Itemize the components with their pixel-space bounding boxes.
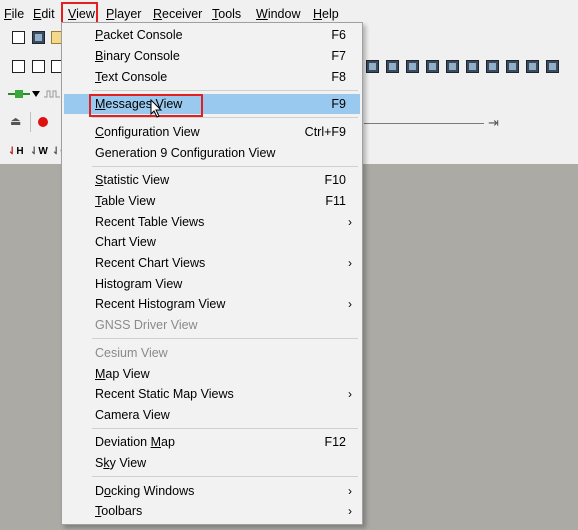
menu-item-packet-console[interactable]: Packet Console F6 xyxy=(64,25,360,45)
menu-item-recent-static-map-views[interactable]: Recent Static Map Views › xyxy=(64,384,360,404)
menu-item-text-console[interactable]: Text Console F8 xyxy=(64,67,360,87)
shortcut-label: F7 xyxy=(331,49,346,63)
submenu-arrow-icon: › xyxy=(348,504,352,518)
menu-item-sky-view[interactable]: Sky View xyxy=(64,453,360,473)
submenu-arrow-icon: › xyxy=(348,484,352,498)
menu-item-configuration-view[interactable]: Configuration View Ctrl+F9 xyxy=(64,122,360,142)
menu-window[interactable]: Window xyxy=(256,6,300,22)
menu-item-recent-chart-views[interactable]: Recent Chart Views › xyxy=(64,253,360,273)
menu-item-table-view[interactable]: Table View F11 xyxy=(64,191,360,211)
submenu-arrow-icon: › xyxy=(348,215,352,229)
menu-separator xyxy=(92,90,358,91)
menu-item-chart-view[interactable]: Chart View xyxy=(64,232,360,252)
shortcut-label: F8 xyxy=(331,70,346,84)
menu-tools[interactable]: Tools xyxy=(212,6,241,22)
menu-separator xyxy=(92,117,358,118)
view-icon[interactable] xyxy=(526,60,539,73)
save-icon[interactable] xyxy=(32,31,45,44)
menu-player[interactable]: Player xyxy=(106,6,141,22)
submenu-arrow-icon: › xyxy=(348,387,352,401)
new-file-icon[interactable] xyxy=(12,31,25,44)
menu-item-recent-histogram-view[interactable]: Recent Histogram View › xyxy=(64,294,360,314)
shortcut-label: Ctrl+F9 xyxy=(304,125,346,139)
mouse-cursor-icon xyxy=(150,99,163,118)
view-icon[interactable] xyxy=(366,60,379,73)
menu-item-deviation-map[interactable]: Deviation Map F12 xyxy=(64,432,360,452)
view-icon[interactable] xyxy=(386,60,399,73)
document-icon[interactable] xyxy=(32,60,45,73)
width-icon[interactable]: ⇃W xyxy=(30,146,48,160)
shortcut-label: F12 xyxy=(324,435,346,449)
menu-item-map-view[interactable]: Map View xyxy=(64,364,360,384)
menu-item-gen9-configuration-view[interactable]: Generation 9 Configuration View xyxy=(64,143,360,163)
menu-item-camera-view[interactable]: Camera View xyxy=(64,405,360,425)
skip-to-end-icon[interactable]: ⇥ xyxy=(488,115,499,131)
signal-icon xyxy=(44,90,60,98)
menu-edit[interactable]: Edit xyxy=(33,6,55,22)
view-icon[interactable] xyxy=(406,60,419,73)
menu-separator xyxy=(92,476,358,477)
shortcut-label: F9 xyxy=(331,97,346,111)
view-icon[interactable] xyxy=(446,60,459,73)
menu-item-statistic-view[interactable]: Statistic View F10 xyxy=(64,170,360,190)
menu-item-histogram-view[interactable]: Histogram View xyxy=(64,274,360,294)
view-icon[interactable] xyxy=(486,60,499,73)
menu-item-docking-windows[interactable]: Docking Windows › xyxy=(64,481,360,501)
shortcut-label: F6 xyxy=(331,28,346,42)
view-icon[interactable] xyxy=(466,60,479,73)
playback-slider-track[interactable] xyxy=(364,123,484,124)
menu-separator xyxy=(92,428,358,429)
menu-file[interactable]: File xyxy=(4,6,24,22)
shortcut-label: F10 xyxy=(324,173,346,187)
submenu-arrow-icon: › xyxy=(348,297,352,311)
menu-separator xyxy=(92,338,358,339)
menu-help[interactable]: Help xyxy=(313,6,339,22)
view-icon[interactable] xyxy=(426,60,439,73)
submenu-arrow-icon: › xyxy=(348,256,352,270)
menu-item-toolbars[interactable]: Toolbars › xyxy=(64,501,360,521)
messages-view-annotation-box xyxy=(89,94,203,117)
menu-item-cesium-view: Cesium View xyxy=(95,346,168,360)
document-icon[interactable] xyxy=(12,60,25,73)
menu-item-binary-console[interactable]: Binary Console F7 xyxy=(64,46,360,66)
heading-icon[interactable]: ⇃H xyxy=(8,146,24,160)
eject-icon[interactable]: ⏏ xyxy=(10,114,21,128)
view-menu-annotation-box xyxy=(61,2,98,24)
connection-icon[interactable] xyxy=(8,89,30,99)
view-icon[interactable] xyxy=(506,60,519,73)
menu-item-recent-table-views[interactable]: Recent Table Views › xyxy=(64,212,360,232)
menu-receiver[interactable]: Receiver xyxy=(153,6,202,22)
dropdown-arrow-icon[interactable] xyxy=(32,91,40,97)
record-icon[interactable] xyxy=(38,117,48,127)
toolbar-separator xyxy=(30,112,31,132)
menu-separator xyxy=(92,166,358,167)
menu-item-gnss-driver-view: GNSS Driver View xyxy=(95,318,198,332)
shortcut-label: F11 xyxy=(325,194,346,208)
view-icon[interactable] xyxy=(546,60,559,73)
